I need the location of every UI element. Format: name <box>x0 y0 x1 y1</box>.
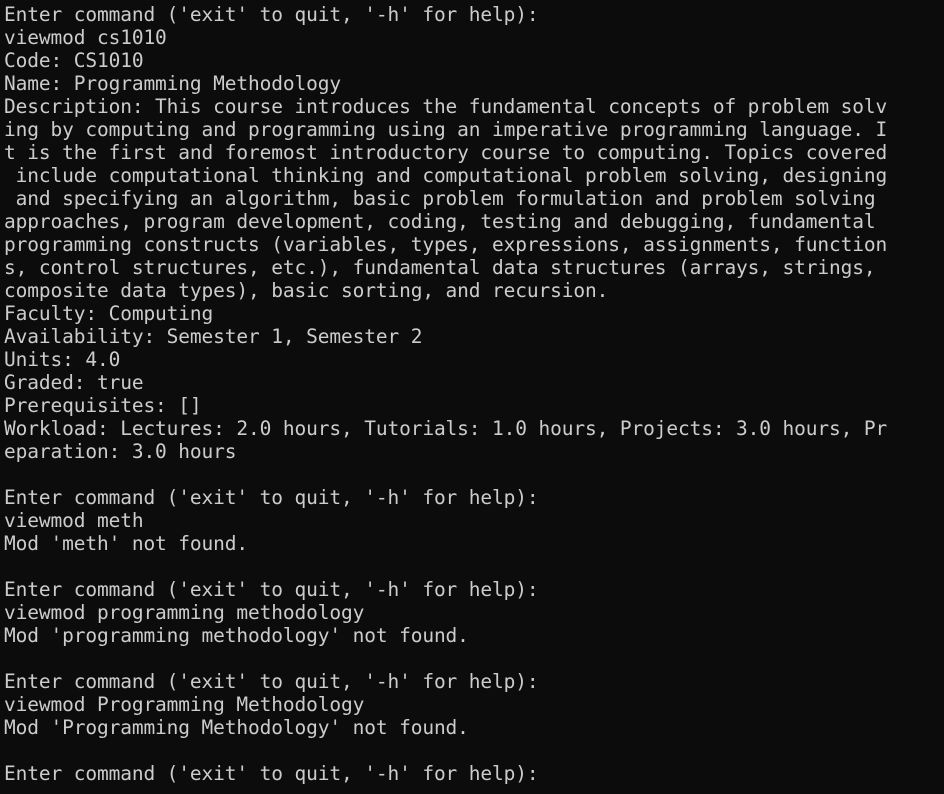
prompt-line: Enter command ('exit' to quit, '-h' for … <box>4 3 539 26</box>
command-line: viewmod programming methodology <box>4 601 365 624</box>
output-line: and specifying an algorithm, basic probl… <box>4 187 876 210</box>
output-line: t is the first and foremost introductory… <box>4 141 888 164</box>
output-line: Mod 'programming methodology' not found. <box>4 624 469 647</box>
output-line: s, control structures, etc.), fundamenta… <box>4 256 876 279</box>
output-line: Units: 4.0 <box>4 348 121 371</box>
prompt-line: Enter command ('exit' to quit, '-h' for … <box>4 486 539 509</box>
output-line: eparation: 3.0 hours <box>4 440 237 463</box>
output-line: ing by computing and programming using a… <box>4 118 888 141</box>
command-line: viewmod cs1010 <box>4 26 167 49</box>
output-line: include computational thinking and compu… <box>4 164 888 187</box>
command-line: viewmod Programming Methodology <box>4 693 365 716</box>
prompt-line: Enter command ('exit' to quit, '-h' for … <box>4 762 539 785</box>
output-line: Code: CS1010 <box>4 49 144 72</box>
output-line: Graded: true <box>4 371 144 394</box>
terminal-window[interactable]: Enter command ('exit' to quit, '-h' for … <box>0 0 944 794</box>
output-line: composite data types), basic sorting, an… <box>4 279 609 302</box>
output-line: Prerequisites: [] <box>4 394 202 417</box>
command-line: viewmod meth <box>4 509 144 532</box>
output-line: Faculty: Computing <box>4 302 214 325</box>
output-line: approaches, program development, coding,… <box>4 210 876 233</box>
output-line: Name: Programming Methodology <box>4 72 341 95</box>
output-line: programming constructs (variables, types… <box>4 233 888 256</box>
output-line: Availability: Semester 1, Semester 2 <box>4 325 423 348</box>
output-line: Mod 'Programming Methodology' not found. <box>4 716 469 739</box>
prompt-line: Enter command ('exit' to quit, '-h' for … <box>4 670 539 693</box>
output-line: Description: This course introduces the … <box>4 95 888 118</box>
output-line: Mod 'meth' not found. <box>4 532 249 555</box>
output-line: Workload: Lectures: 2.0 hours, Tutorials… <box>4 417 888 440</box>
prompt-line: Enter command ('exit' to quit, '-h' for … <box>4 578 539 601</box>
